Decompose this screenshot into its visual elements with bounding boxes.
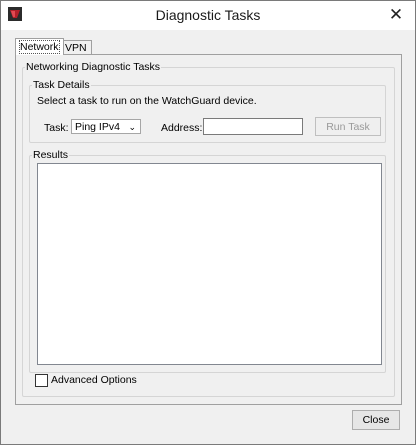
- task-details-title: Task Details: [33, 79, 90, 91]
- networking-diagnostic-tasks-title: Networking Diagnostic Tasks: [26, 61, 161, 73]
- address-label: Address:: [161, 122, 203, 134]
- task-select[interactable]: Ping IPv4 ⌄: [71, 119, 141, 134]
- advanced-options-checkbox[interactable]: [35, 374, 48, 387]
- diagnostic-tasks-window: Diagnostic Tasks ✕ Network VPN Networkin…: [0, 0, 416, 445]
- close-button[interactable]: Close: [352, 410, 400, 430]
- close-icon[interactable]: ✕: [385, 5, 407, 25]
- tab-vpn-label: VPN: [65, 42, 87, 54]
- tab-network-label: Network: [19, 40, 60, 54]
- task-select-value: Ping IPv4: [75, 121, 120, 133]
- chevron-down-icon: ⌄: [128, 122, 136, 132]
- advanced-options-label: Advanced Options: [51, 374, 137, 386]
- results-output[interactable]: [37, 163, 382, 365]
- results-title: Results: [33, 149, 69, 161]
- network-tab-panel: Networking Diagnostic Tasks Task Details…: [15, 54, 402, 405]
- task-description: Select a task to run on the WatchGuard d…: [37, 95, 257, 107]
- tab-network[interactable]: Network: [15, 38, 64, 55]
- task-label: Task:: [44, 122, 69, 134]
- title-bar[interactable]: Diagnostic Tasks ✕: [1, 1, 415, 30]
- address-input[interactable]: [203, 118, 303, 135]
- tab-vpn[interactable]: VPN: [60, 40, 92, 55]
- window-title: Diagnostic Tasks: [155, 7, 261, 23]
- run-task-button[interactable]: Run Task: [315, 117, 381, 136]
